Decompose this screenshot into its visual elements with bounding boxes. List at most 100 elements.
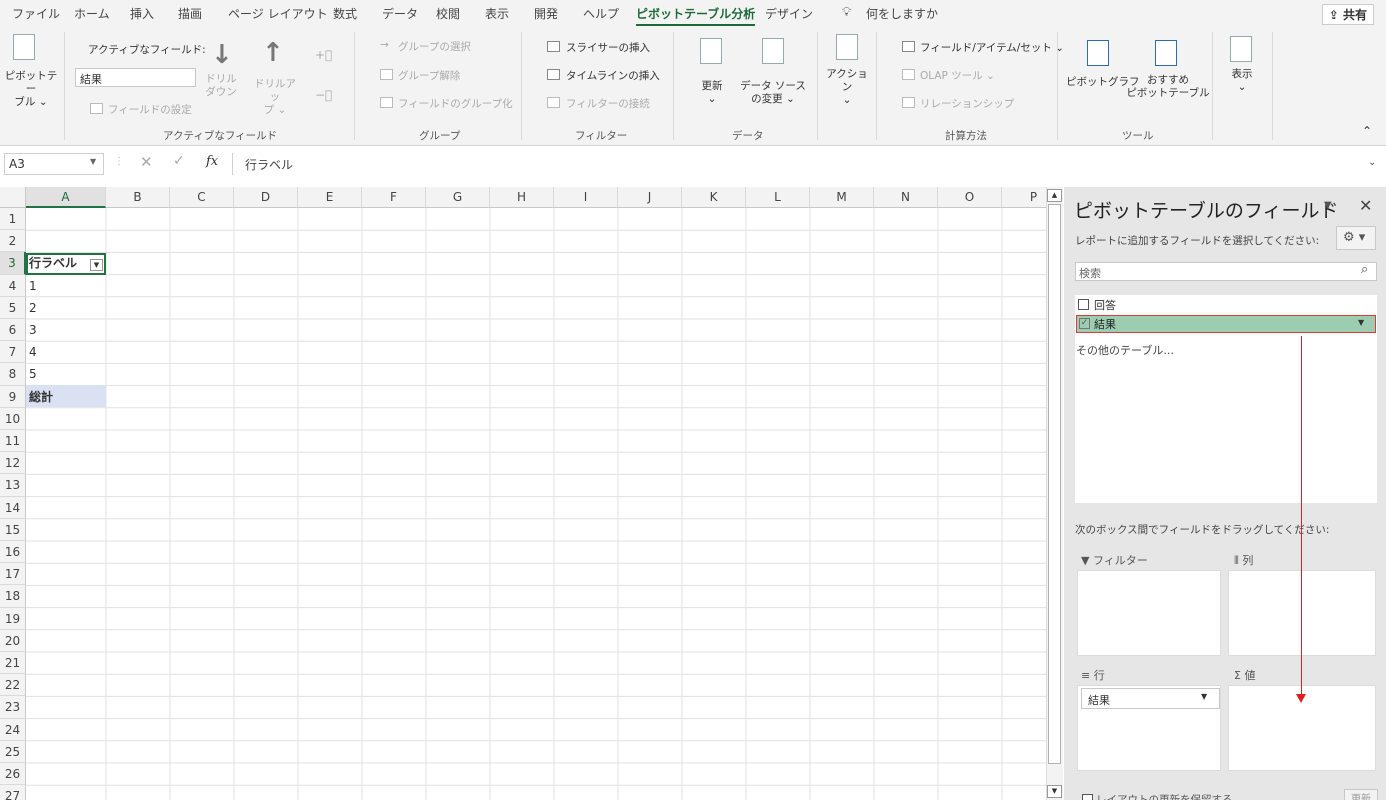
column-header-m[interactable]: M [810,187,874,208]
row-header-5[interactable]: 5 [0,296,26,319]
column-header-l[interactable]: L [746,187,810,208]
pivot-table-button[interactable]: ピボットテー ブル ⌄ [4,70,58,109]
group-selection-button[interactable]: グループの選択 [398,39,471,54]
actions-button[interactable]: アクション ⌄ [822,68,872,107]
more-tables-link[interactable]: その他のテーブル... [1076,342,1174,358]
close-icon[interactable]: ✕ [1359,196,1372,215]
row-header-2[interactable]: 2 [0,230,26,253]
ungroup-button[interactable]: グループ解除 [398,68,460,83]
row-header-4[interactable]: 4 [0,274,26,297]
drill-down-button[interactable]: ドリル ダウン [200,73,242,99]
column-header-e[interactable]: E [298,187,362,208]
row-header-24[interactable]: 24 [0,718,26,741]
filter-area[interactable] [1077,570,1221,656]
field-checkbox-result[interactable]: ✓ [1079,318,1090,329]
chip-dropdown-icon[interactable]: ▼ [1201,692,1207,701]
olap-tools-button[interactable]: OLAP ツール ⌄ [920,68,995,83]
change-source-button[interactable]: データ ソース の変更 ⌄ [737,80,809,106]
collapse-ribbon-icon[interactable]: ⌃ [1362,124,1372,138]
select-all-corner[interactable] [0,187,26,208]
row-header-22[interactable]: 22 [0,674,26,697]
menu-file[interactable]: ファイル [12,5,60,22]
row-header-25[interactable]: 25 [0,740,26,763]
field-search-input[interactable]: 検索 [1075,262,1377,281]
insert-timeline-button[interactable]: タイムラインの挿入 [566,68,660,83]
column-header-b[interactable]: B [106,187,170,208]
active-field-input[interactable]: 結果 [75,68,196,87]
update-button[interactable]: 更新 [1344,789,1378,800]
formula-input[interactable]: 行ラベル [232,153,1380,175]
row-header-8[interactable]: 8 [0,363,26,386]
row-header-11[interactable]: 11 [0,430,26,453]
pivot-cell-a8[interactable]: 5 [26,363,106,385]
row-header-3[interactable]: 3 [0,252,26,275]
tell-me-search[interactable]: 何をしますか [866,5,938,22]
field-dropdown-icon[interactable]: ▼ [1358,318,1364,327]
row-header-1[interactable]: 1 [0,208,26,231]
chevron-down-icon[interactable]: ⌄ [1368,157,1376,168]
row-header-6[interactable]: 6 [0,319,26,342]
pivot-cell-a9[interactable]: 総計 [26,386,106,408]
name-box[interactable]: A3 [4,153,104,175]
column-header-j[interactable]: J [618,187,682,208]
pane-options-icon[interactable]: ▼ [1324,200,1332,211]
row-header-23[interactable]: 23 [0,696,26,719]
column-header-n[interactable]: N [874,187,938,208]
column-header-o[interactable]: O [938,187,1002,208]
name-box-dropdown-icon[interactable]: ▼ [90,157,96,166]
field-settings-button[interactable]: フィールドの設定 [108,102,192,117]
column-header-d[interactable]: D [234,187,298,208]
pivot-cell-a7[interactable]: 4 [26,341,106,363]
collapse-field-icon[interactable]: −⃞ [315,88,332,102]
menu-data[interactable]: データ [382,5,418,22]
group-field-button[interactable]: フィールドのグループ化 [398,96,513,111]
field-label-answer[interactable]: 回答 [1094,297,1116,313]
column-header-k[interactable]: K [682,187,746,208]
row-header-18[interactable]: 18 [0,585,26,608]
column-header-g[interactable]: G [426,187,490,208]
drill-up-button[interactable]: ドリルアッ プ ⌄ [250,78,300,117]
menu-draw[interactable]: 描画 [178,5,202,22]
row-header-12[interactable]: 12 [0,452,26,475]
column-header-h[interactable]: H [490,187,554,208]
menu-home[interactable]: ホーム [74,5,110,22]
pivot-chart-button[interactable]: ピボットグラフ [1066,74,1140,89]
row-header-16[interactable]: 16 [0,541,26,564]
menu-pivot-analyze[interactable]: ピボットテーブル分析 [636,5,756,26]
check-icon[interactable]: ✓ [173,153,185,169]
row-header-10[interactable]: 10 [0,407,26,430]
column-header-i[interactable]: I [554,187,618,208]
menu-help[interactable]: ヘルプ [583,5,619,22]
row-header-26[interactable]: 26 [0,763,26,786]
expand-field-icon[interactable]: +⃞ [315,48,332,62]
columns-area[interactable] [1228,570,1376,656]
menu-formulas[interactable]: 数式 [333,5,357,22]
row-header-13[interactable]: 13 [0,474,26,497]
filter-connections-button[interactable]: フィルターの接続 [566,96,650,111]
search-icon[interactable]: ⌕ [1361,262,1368,277]
field-label-result[interactable]: 結果 [1094,316,1116,332]
column-header-c[interactable]: C [170,187,234,208]
recommended-pivot-button[interactable]: おすすめ ピボットテーブル [1125,74,1211,100]
scroll-up-icon[interactable]: ▲ [1047,189,1062,202]
field-row-result[interactable] [1076,315,1376,333]
menu-insert[interactable]: 挿入 [130,5,154,22]
tools-gear-button[interactable]: ⚙ ▾ [1336,226,1376,250]
row-header-20[interactable]: 20 [0,629,26,652]
column-header-a[interactable]: A [26,187,106,208]
defer-update-checkbox[interactable] [1082,794,1093,800]
cancel-icon[interactable]: ✕ [140,153,153,171]
row-header-14[interactable]: 14 [0,496,26,519]
menu-review[interactable]: 校閲 [436,5,460,22]
row-header-7[interactable]: 7 [0,341,26,364]
filter-dropdown-icon[interactable]: ▼ [90,259,103,271]
menu-developer[interactable]: 開発 [534,5,558,22]
scroll-thumb[interactable] [1048,204,1061,764]
share-button[interactable]: ⇪ 共有 [1321,4,1374,25]
row-header-19[interactable]: 19 [0,607,26,630]
menu-page-layout[interactable]: ページ レイアウト [228,5,328,22]
row-header-21[interactable]: 21 [0,652,26,675]
column-header-p[interactable]: P [1002,187,1046,208]
row-header-9[interactable]: 9 [0,385,26,408]
refresh-button[interactable]: 更新 ⌄ [694,80,730,106]
